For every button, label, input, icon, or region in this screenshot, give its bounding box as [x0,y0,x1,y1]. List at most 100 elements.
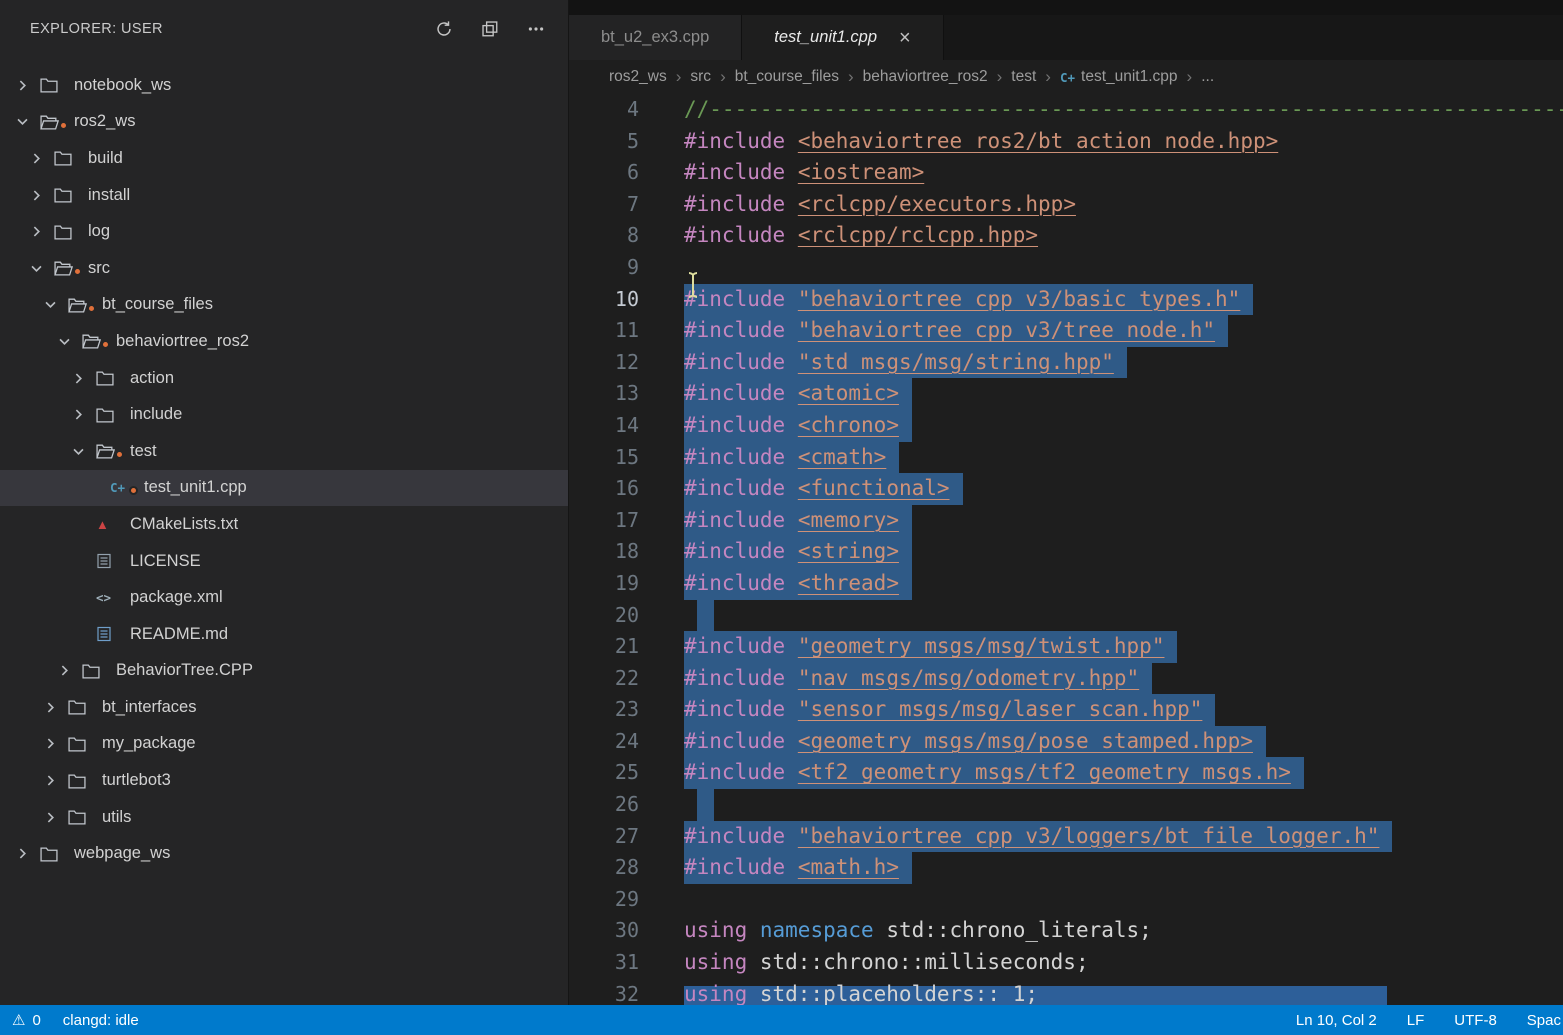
tab-test-unit1-cpp[interactable]: test_unit1.cpp× [742,15,943,60]
code-line-27[interactable]: 27#include "behaviortree_cpp_v3/loggers/… [569,821,1563,853]
code-line-4[interactable]: 4//-------------------------------------… [569,94,1563,126]
tree-item-turtlebot3[interactable]: turtlebot3 [0,762,568,799]
code-line-5[interactable]: 5#include <behaviortree_ros2/bt_action_n… [569,126,1563,158]
modified-dot [87,304,96,313]
chevron-right-icon[interactable] [42,772,68,789]
indentation-indicator[interactable]: Spac [1527,1012,1561,1029]
code-line-10[interactable]: 10#include "behaviortree_cpp_v3/basic_ty… [569,284,1563,316]
chevron-down-icon[interactable] [42,296,68,313]
modified-dot [101,340,110,349]
tree-item-notebook-ws[interactable]: notebook_ws [0,67,568,104]
folder-open-icon [96,443,126,459]
explorer-header: EXPLORER: USER [0,0,568,58]
code-line-25[interactable]: 25#include <tf2_geometry_msgs/tf2_geomet… [569,757,1563,789]
folder-icon [68,699,98,715]
tree-item-webpage-ws[interactable]: webpage_ws [0,835,568,872]
code-line-6[interactable]: 6#include <iostream> [569,157,1563,189]
cursor-position[interactable]: Ln 10, Col 2 [1296,1012,1377,1029]
tree-item-build[interactable]: build [0,140,568,177]
code-line-26[interactable]: 26 [569,789,1563,821]
chevron-right-icon[interactable] [70,370,96,387]
tree-item-my-package[interactable]: my_package [0,726,568,763]
chevron-down-icon[interactable] [56,333,82,350]
chevron-right-icon[interactable] [70,406,96,423]
tree-item-test[interactable]: test [0,433,568,470]
code-line-19[interactable]: 19#include <thread> [569,568,1563,600]
chevron-right-icon[interactable] [42,809,68,826]
code-line-8[interactable]: 8#include <rclcpp/rclcpp.hpp> [569,220,1563,252]
code-line-31[interactable]: 31using std::chrono::milliseconds; [569,947,1563,979]
tree-item-install[interactable]: install [0,177,568,214]
chevron-down-icon[interactable] [28,260,54,277]
collapse-folders-icon[interactable] [480,19,500,39]
breadcrumb-item-ros2-ws[interactable]: ros2_ws [609,68,667,86]
code-line-15[interactable]: 15#include <cmath> [569,442,1563,474]
clangd-status[interactable]: clangd: idle [63,1012,139,1029]
chevron-right-icon[interactable] [28,223,54,240]
line-content: #include "behaviortree_cpp_v3/basic_type… [684,284,1253,316]
code-line-23[interactable]: 23#include "sensor_msgs/msg/laser_scan.h… [569,694,1563,726]
tree-item-behaviortree-ros2[interactable]: behaviortree_ros2 [0,323,568,360]
chevron-right-icon[interactable] [14,77,40,94]
code-line-13[interactable]: 13#include <atomic> [569,378,1563,410]
breadcrumb-item-bt-course-files[interactable]: bt_course_files [735,68,839,86]
selection-block [697,789,714,821]
code-line-11[interactable]: 11#include "behaviortree_cpp_v3/tree_nod… [569,315,1563,347]
breadcrumb-item-src[interactable]: src [690,68,711,86]
code-line-18[interactable]: 18#include <string> [569,536,1563,568]
chevron-right-icon[interactable] [42,699,68,716]
chevron-right-icon[interactable] [56,662,82,679]
tree-item-license[interactable]: LICENSE [0,543,568,580]
tree-item-cmakelists-txt[interactable]: ▲CMakeLists.txt [0,506,568,543]
chevron-right-icon[interactable] [28,187,54,204]
breadcrumb-item-test-unit1-cpp[interactable]: C+test_unit1.cpp [1060,68,1178,86]
code-line-17[interactable]: 17#include <memory> [569,505,1563,537]
code-line-7[interactable]: 7#include <rclcpp/executors.hpp> [569,189,1563,221]
modified-dot [115,450,124,459]
breadcrumb-item-behaviortree-ros2[interactable]: behaviortree_ros2 [863,68,988,86]
code-line-22[interactable]: 22#include "nav_msgs/msg/odometry.hpp" [569,663,1563,695]
tree-item-package-xml[interactable]: <>package.xml [0,579,568,616]
code-line-12[interactable]: 12#include "std_msgs/msg/string.hpp" [569,347,1563,379]
tree-item-src[interactable]: src [0,250,568,287]
tree-item-bt-course-files[interactable]: bt_course_files [0,287,568,324]
code-line-28[interactable]: 28#include <math.h> [569,852,1563,884]
problems-indicator[interactable]: ⚠ 0 [12,1011,41,1029]
code-line-32[interactable]: 32using std::placeholders::_1; [569,979,1563,1005]
more-actions-icon[interactable] [526,19,546,39]
tree-item-test-unit1-cpp[interactable]: C+test_unit1.cpp [0,470,568,507]
tree-item-behaviortree-cpp[interactable]: BehaviorTree.CPP [0,653,568,690]
encoding-indicator[interactable]: UTF-8 [1454,1012,1497,1029]
code-editor[interactable]: 4//-------------------------------------… [569,94,1563,1005]
line-number: 29 [569,884,639,916]
tree-item-readme-md[interactable]: README.md [0,616,568,653]
refresh-icon[interactable] [434,19,454,39]
tree-item-utils[interactable]: utils [0,799,568,836]
code-line-14[interactable]: 14#include <chrono> [569,410,1563,442]
code-line-9[interactable]: 9 [569,252,1563,284]
tree-item-action[interactable]: action [0,360,568,397]
tree-item-ros2-ws[interactable]: ros2_ws [0,104,568,141]
code-line-16[interactable]: 16#include <functional> [569,473,1563,505]
line-number: 19 [569,568,639,600]
code-line-30[interactable]: 30using namespace std::chrono_literals; [569,915,1563,947]
warning-count: 0 [32,1012,40,1029]
tab-bt-u2-ex3-cpp[interactable]: bt_u2_ex3.cpp [569,15,742,60]
tree-item-bt-interfaces[interactable]: bt_interfaces [0,689,568,726]
breadcrumb-item--[interactable]: ... [1201,68,1214,86]
code-line-24[interactable]: 24#include <geometry_msgs/msg/pose_stamp… [569,726,1563,758]
chevron-right-icon[interactable] [28,150,54,167]
tree-item-include[interactable]: include [0,396,568,433]
code-line-21[interactable]: 21#include "geometry_msgs/msg/twist.hpp" [569,631,1563,663]
chevron-right-icon[interactable] [14,845,40,862]
code-line-29[interactable]: 29 [569,884,1563,916]
tree-item-log[interactable]: log [0,213,568,250]
code-line-20[interactable]: 20 [569,600,1563,632]
folder-open-icon [68,297,98,313]
breadcrumb-item-test[interactable]: test [1011,68,1036,86]
chevron-down-icon[interactable] [14,113,40,130]
chevron-right-icon[interactable] [42,735,68,752]
chevron-down-icon[interactable] [70,443,96,460]
eol-indicator[interactable]: LF [1407,1012,1425,1029]
close-icon[interactable]: × [899,28,911,48]
